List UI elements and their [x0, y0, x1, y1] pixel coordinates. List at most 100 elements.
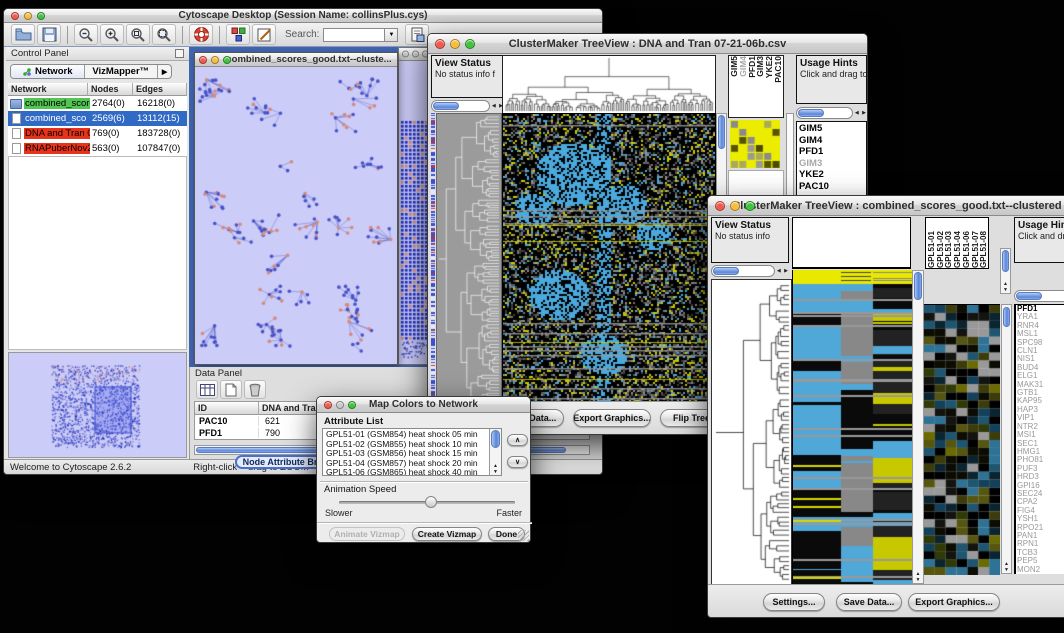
tv1-left-hscrollbar[interactable]: ◀ ▶ [431, 99, 504, 112]
tv2-zoom-vscrollbar[interactable]: ▲▼ [1001, 304, 1012, 574]
scroll-arrows-icon[interactable]: ▲▼ [490, 463, 501, 475]
birdseye-canvas[interactable] [9, 353, 186, 457]
column-header-id[interactable]: ID [195, 402, 259, 415]
slider-thumb[interactable] [425, 496, 437, 508]
attribute-browser-icon[interactable] [405, 24, 429, 45]
close-icon[interactable] [199, 56, 207, 64]
gene-label[interactable]: GIM4 [799, 135, 864, 147]
tv2-titlebar[interactable]: ClusterMaker TreeView : combined_scores_… [708, 196, 1064, 216]
annotation-icon[interactable] [252, 24, 276, 45]
tv2-zoom-heatmap[interactable] [924, 304, 1000, 575]
gene-label[interactable]: GIM3 [799, 158, 864, 170]
minimize-icon[interactable] [450, 39, 460, 49]
settings-button[interactable]: Settings... [763, 593, 825, 611]
list-vscrollbar[interactable]: ▲▼ [489, 429, 501, 475]
close-icon[interactable] [11, 12, 19, 20]
export-graphics-button[interactable]: Export Graphics... [573, 409, 651, 427]
scroll-arrows-icon[interactable]: ▲▼ [913, 571, 923, 583]
search-dropdown-icon[interactable]: ▼ [385, 28, 398, 42]
scrollbar-thumb[interactable] [433, 102, 459, 110]
tab-vizmapper[interactable]: VizMapper™ [85, 65, 159, 78]
close-icon[interactable] [435, 39, 445, 49]
float-panel-icon[interactable] [175, 49, 184, 58]
tv2-zoom-slider[interactable] [1014, 289, 1064, 302]
maximize-icon[interactable] [223, 56, 231, 64]
move-up-button[interactable]: ∧ [507, 434, 528, 446]
minimize-icon[interactable] [730, 201, 740, 211]
minimize-icon[interactable] [211, 56, 219, 64]
maximize-icon[interactable] [348, 401, 356, 409]
table-icon[interactable] [196, 380, 218, 399]
tv2-label-vscrollbar[interactable]: ▲▼ [1000, 248, 1011, 294]
maximize-icon[interactable] [745, 201, 755, 211]
trash-icon[interactable] [244, 380, 266, 399]
zoom-selected-icon[interactable] [126, 24, 150, 45]
tv1-array-dendrogram[interactable] [502, 55, 716, 114]
gene-label[interactable]: PAC10 [799, 181, 864, 193]
close-icon[interactable] [715, 201, 725, 211]
maximize-icon[interactable] [37, 12, 45, 20]
column-header-network[interactable]: Network [8, 83, 88, 96]
open-folder-icon[interactable] [11, 24, 35, 45]
help-ring-icon[interactable] [189, 24, 213, 45]
resize-grip[interactable] [518, 530, 529, 541]
tab-network[interactable]: Network [11, 65, 85, 78]
animation-speed-slider[interactable] [339, 501, 515, 504]
export-graphics-button[interactable]: Export Graphics... [908, 593, 1000, 611]
gene-label[interactable]: PFD1 [799, 146, 864, 158]
gene-label[interactable]: YKE2 [799, 169, 864, 181]
minimize-icon[interactable] [24, 12, 32, 20]
scroll-arrows-icon[interactable]: ◀ ▶ [777, 268, 789, 274]
tv2-global-heatmap[interactable] [792, 270, 913, 584]
gene-label[interactable]: MON2 [1017, 566, 1064, 574]
scrollbar-thumb[interactable] [1002, 250, 1009, 272]
network-row[interactable]: RNAPuberNov2+563(0)107847(0) [8, 141, 187, 156]
scroll-arrows-icon[interactable]: ◀ ▶ [855, 110, 867, 116]
birdseye-view[interactable] [8, 352, 187, 458]
zoom-out-icon[interactable] [74, 24, 98, 45]
move-down-button[interactable]: ∨ [507, 456, 528, 468]
tv2-array-dendrogram-area[interactable] [792, 217, 911, 269]
scrollbar-thumb[interactable] [1003, 307, 1010, 327]
network-row[interactable]: combined_scores2764(0)16218(0) [8, 96, 187, 111]
zoom-in-icon[interactable] [100, 24, 124, 45]
column-header-nodes[interactable]: Nodes [88, 83, 133, 96]
scrollbar-thumb[interactable] [713, 267, 739, 275]
tv1-zoom-slider[interactable]: ◀ ▶ [796, 106, 867, 119]
save-data-button[interactable]: Save Data... [836, 593, 902, 611]
scroll-arrows-icon[interactable]: ▲▼ [1002, 561, 1011, 573]
tv1-gene-dendrogram[interactable] [436, 113, 502, 405]
vizmapper-icon[interactable] [226, 24, 250, 45]
close-icon[interactable] [324, 401, 332, 409]
attribute-item[interactable]: GPL51-06 (GSM865) heat shock 40 min [326, 468, 499, 476]
tabs-overflow-arrow[interactable]: ▶ [158, 65, 171, 78]
network-view-canvas[interactable] [195, 67, 397, 364]
dialog-titlebar[interactable]: Map Colors to Network [317, 397, 530, 413]
slider-thumb[interactable] [1016, 292, 1042, 300]
save-icon[interactable] [37, 24, 61, 45]
scrollbar-thumb[interactable] [914, 272, 922, 300]
maximize-icon[interactable] [465, 39, 475, 49]
main-titlebar[interactable]: Cytoscape Desktop (Session Name: collins… [4, 9, 602, 23]
close-icon[interactable] [402, 51, 409, 58]
gene-label[interactable]: GIM5 [799, 123, 864, 135]
minimize-icon[interactable] [412, 51, 419, 58]
tv1-titlebar[interactable]: ClusterMaker TreeView : DNA and Tran 07-… [428, 34, 867, 54]
tv2-left-hscrollbar[interactable]: ◀ ▶ [711, 264, 789, 277]
network-row[interactable]: DNA and Tran 07769(0)183728(0) [8, 126, 187, 141]
scrollbar-thumb[interactable] [718, 115, 725, 149]
zoom-fit-icon[interactable] [152, 24, 176, 45]
scrollbar-thumb[interactable] [491, 430, 500, 448]
search-input[interactable] [323, 28, 385, 42]
tv1-zoom-heatmap[interactable] [730, 120, 780, 168]
column-header-edges[interactable]: Edges [133, 83, 187, 96]
create-vizmap-button[interactable]: Create Vizmap [412, 527, 482, 541]
new-page-icon[interactable] [220, 380, 242, 399]
attribute-listbox[interactable]: GPL51-01 (GSM854) heat shock 05 minGPL51… [322, 428, 502, 476]
network-row[interactable]: combined_sco2569(6)13112(15) [8, 111, 187, 126]
tv2-gene-dendrogram[interactable] [711, 279, 792, 586]
slider-thumb[interactable] [798, 109, 824, 117]
tv2-vscrollbar[interactable]: ▲▼ [912, 270, 924, 584]
scroll-arrows-icon[interactable]: ▲▼ [1001, 281, 1010, 293]
tv1-global-heatmap[interactable] [502, 113, 716, 405]
